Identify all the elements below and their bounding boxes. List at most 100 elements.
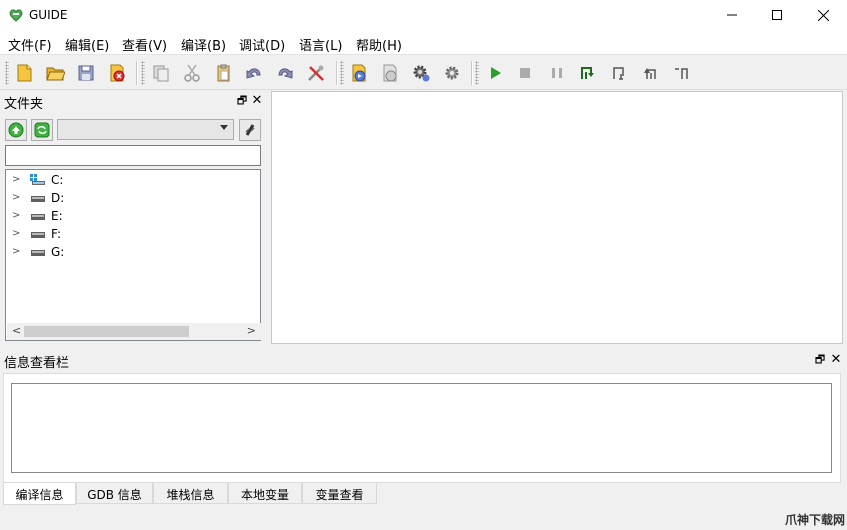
tree-item-label: D: (51, 191, 65, 205)
toolbar-separator (136, 61, 138, 85)
folder-tree[interactable]: > C: > D: > E: > F: > G: < > (5, 169, 261, 341)
go-up-icon (8, 122, 24, 138)
tree-item-g[interactable]: > G: (6, 243, 260, 261)
menu-file[interactable]: 文件(F) (8, 35, 52, 54)
menu-help[interactable]: 帮助(H) (356, 35, 402, 54)
step-into-icon (581, 67, 594, 79)
close-icon (817, 9, 829, 21)
run-to-cursor-icon (675, 68, 688, 79)
copy-icon (153, 65, 169, 82)
folder-up-button[interactable] (5, 119, 27, 141)
tree-item-c[interactable]: > C: (6, 171, 260, 189)
run-icon (491, 67, 501, 79)
toolbar-grip[interactable] (5, 61, 9, 85)
step-over-button[interactable] (607, 60, 631, 86)
tree-item-label: F: (51, 227, 62, 241)
close-file-icon (110, 64, 125, 82)
pause-icon (552, 68, 562, 78)
info-panel-header: 信息查看栏 🗗 ✕ (0, 350, 847, 371)
app-logo-icon (9, 9, 23, 22)
options-button[interactable] (440, 60, 464, 86)
drive-icon (31, 250, 45, 256)
close-panel-icon[interactable]: ✕ (830, 353, 842, 366)
chevron-right-icon[interactable]: > (12, 228, 20, 239)
drive-icon (31, 196, 45, 202)
tab-local-vars[interactable]: 本地变量 (228, 483, 302, 504)
horizontal-scrollbar[interactable]: < > (7, 323, 261, 340)
scroll-right-icon[interactable]: > (247, 324, 256, 337)
drive-icon (31, 232, 45, 238)
maximize-icon (772, 10, 782, 20)
folder-combo[interactable] (57, 119, 234, 140)
tree-item-label: G: (51, 245, 65, 259)
tab-gdb-info[interactable]: GDB 信息 (76, 483, 153, 504)
minimize-button[interactable] (709, 0, 755, 30)
maximize-button[interactable] (754, 0, 800, 30)
open-file-button[interactable] (43, 60, 67, 86)
step-into-button[interactable] (575, 60, 599, 86)
toolbar-grip[interactable] (141, 61, 145, 85)
paste-button[interactable] (211, 60, 235, 86)
chevron-right-icon[interactable]: > (12, 210, 20, 221)
chevron-down-icon (220, 125, 228, 130)
menu-view[interactable]: 查看(V) (122, 35, 167, 54)
scroll-left-icon[interactable]: < (12, 324, 21, 337)
menu-language[interactable]: 语言(L) (299, 35, 342, 54)
menu-debug[interactable]: 调试(D) (239, 35, 285, 54)
minimize-icon (727, 14, 737, 16)
tab-stack-info[interactable]: 堆栈信息 (153, 483, 228, 504)
close-file-button[interactable] (105, 60, 129, 86)
cut-button[interactable] (180, 60, 204, 86)
float-panel-icon[interactable]: 🗗 (236, 95, 248, 107)
new-file-button[interactable] (12, 60, 36, 86)
undo-button[interactable] (242, 60, 266, 86)
save-button[interactable] (74, 60, 98, 86)
menu-build[interactable]: 编译(B) (181, 35, 226, 54)
tools-button[interactable] (304, 60, 328, 86)
tree-item-f[interactable]: > F: (6, 225, 260, 243)
tree-item-e[interactable]: > E: (6, 207, 260, 225)
folder-sync-button[interactable] (31, 119, 53, 141)
close-panel-icon[interactable]: ✕ (251, 94, 263, 107)
step-over-icon (613, 67, 624, 80)
toolbar-grip[interactable] (475, 61, 479, 85)
run-to-cursor-button[interactable] (669, 60, 693, 86)
editor-area[interactable] (271, 91, 843, 344)
pause-button[interactable] (545, 60, 569, 86)
link-icon (245, 124, 255, 136)
step-out-button[interactable] (638, 60, 662, 86)
toolbar (0, 56, 847, 90)
stop-button[interactable] (513, 60, 537, 86)
scrollbar-thumb[interactable] (24, 326, 189, 337)
save-icon (78, 65, 94, 81)
info-panel-title: 信息查看栏 (4, 356, 70, 371)
info-output[interactable] (11, 383, 832, 473)
settings-button[interactable] (409, 60, 433, 86)
chevron-right-icon[interactable]: > (12, 174, 20, 185)
cut-icon (184, 64, 200, 82)
tab-watch-vars[interactable]: 变量查看 (302, 483, 377, 504)
redo-icon (278, 68, 293, 79)
close-button[interactable] (800, 0, 846, 30)
toolbar-grip[interactable] (340, 61, 344, 85)
float-panel-icon[interactable]: 🗗 (814, 354, 826, 366)
folder-link-button[interactable] (239, 119, 261, 141)
stop-icon (520, 68, 530, 78)
chevron-right-icon[interactable]: > (12, 192, 20, 203)
tab-compile-info[interactable]: 编译信息 (3, 483, 76, 505)
settings-gear2-icon (445, 66, 459, 80)
tree-item-label: E: (51, 209, 63, 223)
menu-edit[interactable]: 编辑(E) (65, 35, 109, 54)
copy-button[interactable] (149, 60, 173, 86)
open-folder-icon (46, 67, 65, 81)
path-input[interactable] (5, 145, 261, 166)
chevron-right-icon[interactable]: > (12, 246, 20, 257)
toolbar-separator (336, 61, 338, 85)
system-drive-icon (30, 174, 45, 185)
run-button[interactable] (483, 60, 507, 86)
drive-icon (31, 214, 45, 220)
redo-button[interactable] (273, 60, 297, 86)
tree-item-d[interactable]: > D: (6, 189, 260, 207)
build-button[interactable] (378, 60, 402, 86)
compile-button[interactable] (347, 60, 371, 86)
